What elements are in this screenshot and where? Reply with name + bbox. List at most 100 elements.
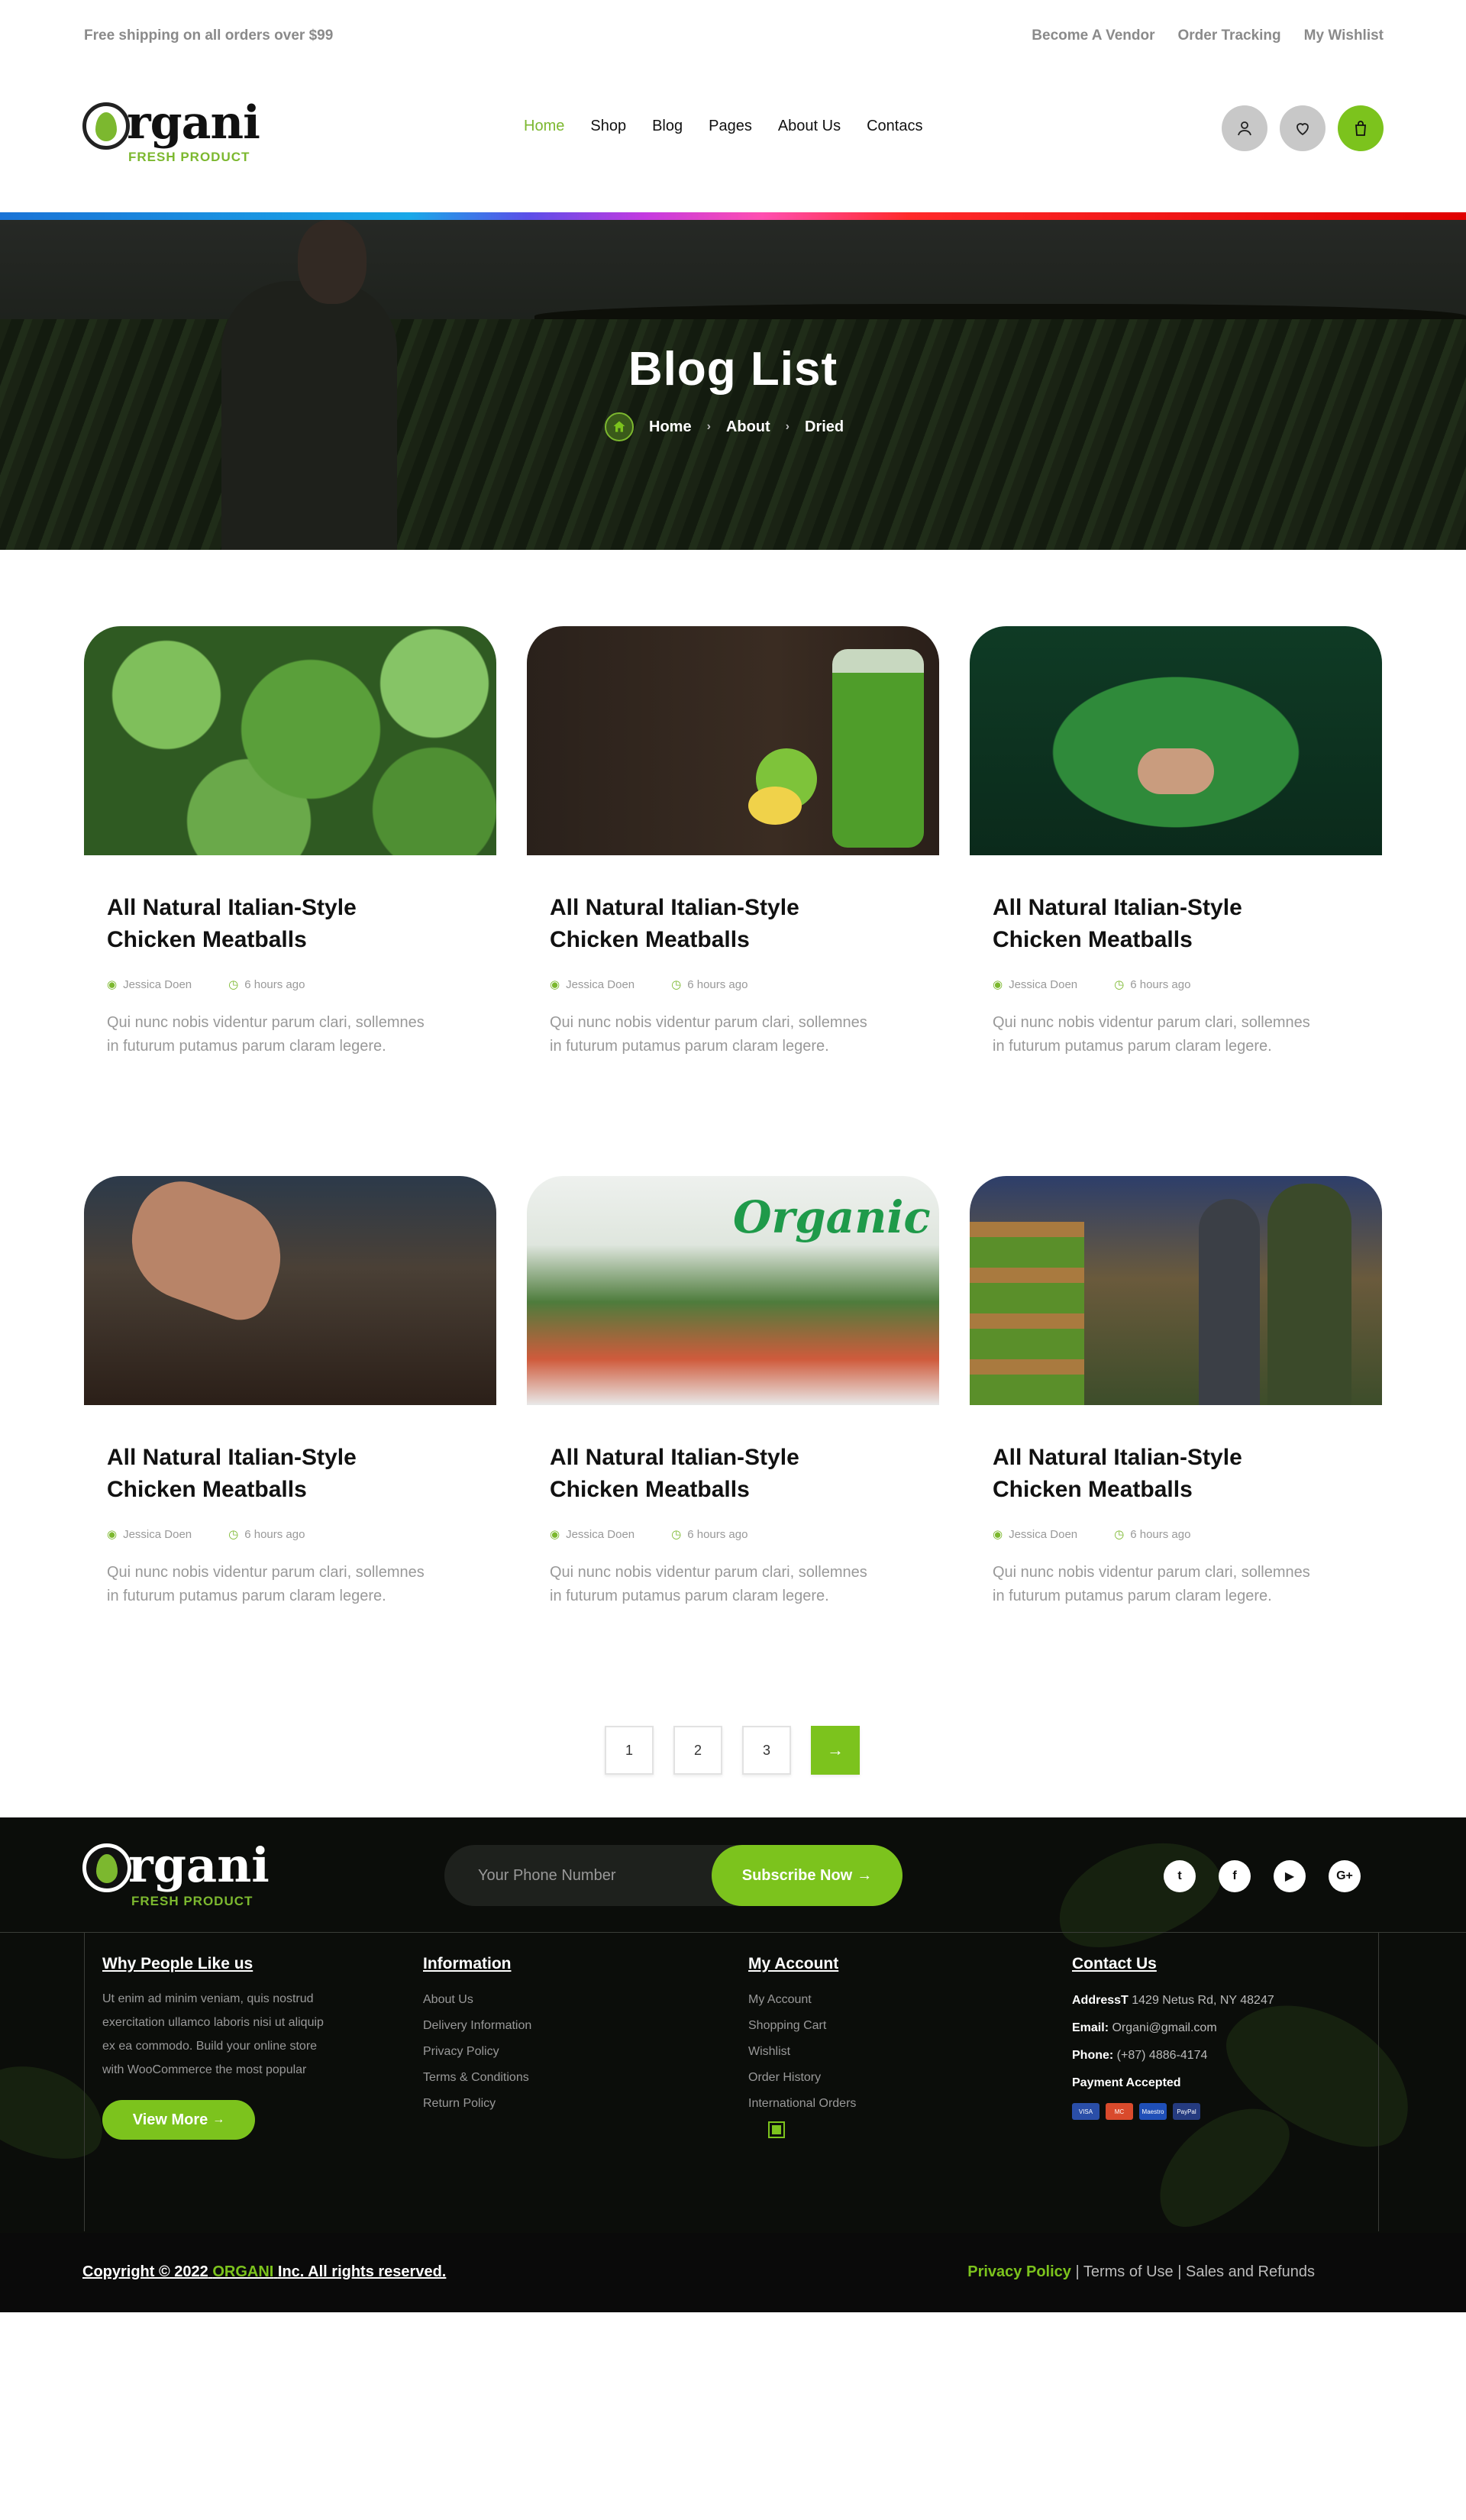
blog-card[interactable]: All Natural Italian-Style Chicken Meatba… (970, 1176, 1382, 1649)
user-icon: ◉ (993, 978, 1003, 991)
next-page-button[interactable]: → (811, 1726, 860, 1775)
footer-link-order-history[interactable]: Order History (748, 2065, 856, 2091)
view-more-button[interactable]: View More → (102, 2100, 255, 2140)
blog-card[interactable]: All Natural Italian-Style Chicken Meatba… (84, 626, 496, 1100)
organic-supermarket-photo[interactable]: Organic (527, 1176, 939, 1405)
phone-number-input[interactable] (478, 1862, 699, 1889)
my-wishlist-link[interactable]: My Wishlist (1304, 27, 1384, 44)
terms-of-use-link[interactable]: Terms of Use (1083, 2263, 1174, 2280)
author-name: Jessica Doen (123, 1528, 192, 1541)
worker-man (1267, 1184, 1351, 1405)
time-text: 6 hours ago (1130, 1528, 1191, 1541)
soil-seeding-photo[interactable] (84, 1176, 496, 1405)
page-2-button[interactable]: 2 (673, 1726, 722, 1775)
user-icon: ◉ (107, 1528, 118, 1541)
visa-card-icon: VISA (1072, 2103, 1100, 2120)
copyright: Copyright © 2022 ORGANI Inc. All rights … (82, 2263, 446, 2281)
breadcrumb: Home › About › Dried (605, 412, 844, 441)
page-3-button[interactable]: 3 (742, 1726, 791, 1775)
post-author[interactable]: ◉ Jessica Doen (993, 977, 1077, 991)
footer-link-wishlist[interactable]: Wishlist (748, 2039, 856, 2065)
footer-link-terms[interactable]: Terms & Conditions (423, 2065, 531, 2091)
hand-sowing (115, 1176, 298, 1329)
footer-link-about-us[interactable]: About Us (423, 1987, 531, 2013)
google-plus-icon[interactable]: G+ (1329, 1860, 1361, 1892)
blog-card[interactable]: All Natural Italian-Style Chicken Meatba… (527, 626, 939, 1100)
copyright-brand[interactable]: ORGANI (212, 2263, 273, 2280)
account-button[interactable] (1222, 105, 1267, 151)
header-gradient-divider (0, 212, 1466, 220)
become-vendor-link[interactable]: Become A Vendor (1032, 27, 1154, 44)
footer-logo[interactable]: rgani FRESH PRODUCT (82, 1839, 270, 1908)
top-bar: Free shipping on all orders over $99 Bec… (0, 0, 1466, 73)
cart-button[interactable] (1338, 105, 1384, 151)
mint-leaves-photo[interactable] (84, 626, 496, 855)
footer-link-delivery[interactable]: Delivery Information (423, 2013, 531, 2039)
footer-link-privacy[interactable]: Privacy Policy (423, 2039, 531, 2065)
post-time: ◷ 6 hours ago (228, 977, 305, 991)
footer-link-international[interactable]: International Orders (748, 2091, 856, 2117)
nav-about-us[interactable]: About Us (778, 118, 841, 135)
blog-card[interactable]: All Natural Italian-Style Chicken Meatba… (970, 626, 1382, 1100)
sales-refunds-link[interactable]: Sales and Refunds (1186, 2263, 1315, 2280)
footer-link-cart[interactable]: Shopping Cart (748, 2013, 856, 2039)
subscribe-button-label: Subscribe Now (741, 1866, 853, 1884)
nav-contacs[interactable]: Contacs (867, 118, 922, 135)
post-title[interactable]: All Natural Italian-Style Chicken Meatba… (993, 892, 1329, 956)
home-icon[interactable] (605, 412, 634, 441)
spinach-bunch-photo[interactable] (970, 626, 1382, 855)
breadcrumb-about[interactable]: About (726, 418, 770, 436)
post-time: ◷ 6 hours ago (1114, 977, 1190, 991)
post-author[interactable]: ◉ Jessica Doen (550, 1527, 635, 1541)
post-title[interactable]: All Natural Italian-Style Chicken Meatba… (550, 1442, 886, 1506)
blog-card[interactable]: All Natural Italian-Style Chicken Meatba… (84, 1176, 496, 1649)
worker-woman (1199, 1199, 1260, 1405)
post-excerpt: Qui nunc nobis videntur parum clari, sol… (993, 1564, 1310, 1604)
address-value: 1429 Netus Rd, NY 48247 (1132, 1994, 1274, 2007)
time-text: 6 hours ago (1130, 978, 1191, 991)
post-title[interactable]: All Natural Italian-Style Chicken Meatba… (107, 1442, 443, 1506)
wishlist-button[interactable] (1280, 105, 1326, 151)
nav-blog[interactable]: Blog (652, 118, 683, 135)
nav-pages[interactable]: Pages (709, 118, 752, 135)
green-smoothie-photo[interactable] (527, 626, 939, 855)
privacy-policy-link[interactable]: Privacy Policy (967, 2263, 1071, 2280)
payment-methods: VISA MC Maestro PayPal (1072, 2103, 1274, 2120)
footer-link-return[interactable]: Return Policy (423, 2091, 531, 2117)
post-title[interactable]: All Natural Italian-Style Chicken Meatba… (550, 892, 886, 956)
nav-shop[interactable]: Shop (590, 118, 626, 135)
post-author[interactable]: ◉ Jessica Doen (107, 1527, 192, 1541)
phone-label: Phone: (1072, 2049, 1114, 2062)
page-1-button[interactable]: 1 (605, 1726, 654, 1775)
post-meta: ◉ Jessica Doen ◷ 6 hours ago (550, 977, 748, 991)
site-logo[interactable]: rgani FRESH PRODUCT (82, 96, 260, 165)
user-icon: ◉ (550, 1528, 560, 1541)
post-title[interactable]: All Natural Italian-Style Chicken Meatba… (107, 892, 443, 956)
logo-wordmark: rgani (127, 96, 260, 150)
post-time: ◷ 6 hours ago (228, 1527, 305, 1541)
facebook-icon[interactable]: f (1219, 1860, 1251, 1892)
post-excerpt: Qui nunc nobis videntur parum clari, sol… (993, 1014, 1310, 1055)
post-title[interactable]: All Natural Italian-Style Chicken Meatba… (993, 1442, 1329, 1506)
footer-link-my-account[interactable]: My Account (748, 1987, 856, 2013)
maestro-card-icon: Maestro (1139, 2103, 1167, 2120)
post-time: ◷ 6 hours ago (671, 977, 748, 991)
blog-card[interactable]: Organic All Natural Italian-Style Chicken… (527, 1176, 939, 1649)
order-tracking-link[interactable]: Order Tracking (1177, 27, 1280, 44)
phone-value: (+87) 4886-4174 (1116, 2049, 1208, 2062)
breadcrumb-home[interactable]: Home (649, 418, 692, 436)
email-value[interactable]: Organi@gmail.com (1112, 2021, 1216, 2034)
main-nav: Home Shop Blog Pages About Us Contacs (524, 118, 922, 135)
post-author[interactable]: ◉ Jessica Doen (550, 977, 635, 991)
warehouse-workers-photo[interactable] (970, 1176, 1382, 1405)
post-author[interactable]: ◉ Jessica Doen (107, 977, 192, 991)
scroll-indicator[interactable] (768, 2121, 785, 2138)
header-actions (1222, 105, 1384, 151)
subscribe-button[interactable]: Subscribe Now → (712, 1845, 903, 1906)
nav-home[interactable]: Home (524, 118, 564, 135)
clock-icon: ◷ (228, 1528, 239, 1541)
twitter-icon[interactable]: t (1164, 1860, 1196, 1892)
site-footer: rgani FRESH PRODUCT Subscribe Now → t f … (0, 1817, 1466, 2312)
post-author[interactable]: ◉ Jessica Doen (993, 1527, 1077, 1541)
youtube-icon[interactable]: ▶ (1274, 1860, 1306, 1892)
